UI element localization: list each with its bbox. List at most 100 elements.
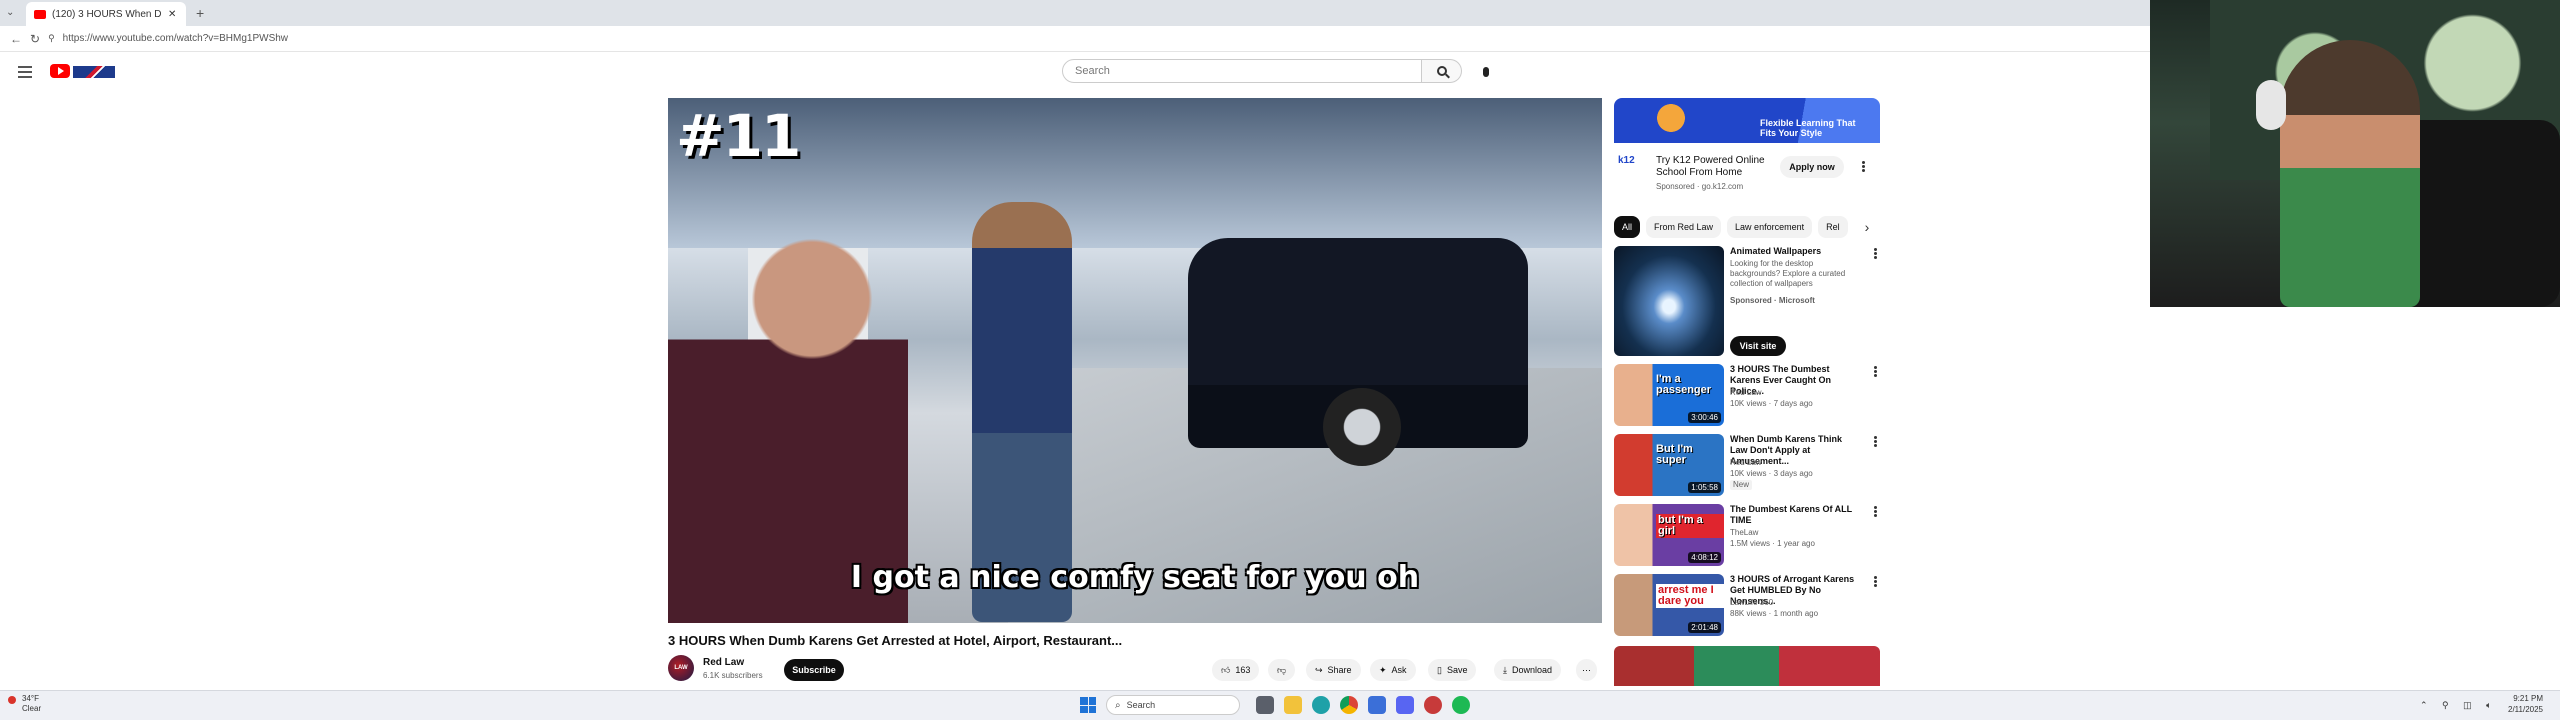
thumbnail-text: arrest me I dare you — [1656, 584, 1724, 608]
video-thumbnail[interactable]: but I'm a girl 4:08:12 — [1614, 504, 1724, 566]
video-thumbnail[interactable]: I'm a passenger 3:00:46 — [1614, 364, 1724, 426]
site-info-icon[interactable]: ⚲ — [48, 33, 55, 44]
list-item[interactable]: I'm a passenger 3:00:46 3 HOURS The Dumb… — [1614, 364, 1880, 428]
thumbnail-text: But I'm super — [1656, 443, 1693, 466]
chevron-right-icon[interactable]: › — [1856, 216, 1878, 238]
reload-icon[interactable]: ↻ — [30, 32, 40, 46]
share-button[interactable]: ↪ Share — [1306, 659, 1361, 681]
spotify-icon[interactable] — [1452, 696, 1470, 714]
weather-widget[interactable]: 34°F Clear — [14, 694, 41, 714]
video-title: 3 HOURS When Dumb Karens Get Arrested at… — [668, 633, 1123, 648]
list-item[interactable]: arrest me I dare you 2:01:48 3 HOURS of … — [1614, 574, 1880, 638]
more-horizontal-icon: ⋯ — [1582, 664, 1591, 675]
new-badge: New — [1730, 480, 1753, 490]
search-icon — [1436, 66, 1447, 76]
download-button[interactable]: ⤓ Download — [1494, 659, 1562, 681]
view-count: 10K views · 3 days ago — [1730, 469, 1813, 478]
thumbs-up-icon: 👍︎ — [1221, 664, 1231, 675]
video-thumbnail[interactable] — [1614, 246, 1724, 356]
ask-button[interactable]: ✦ Ask — [1370, 659, 1416, 681]
share-label: Share — [1327, 665, 1352, 675]
taskbar — [0, 690, 2560, 720]
back-arrow-icon[interactable]: ← — [10, 32, 22, 46]
new-tab-icon[interactable]: + — [196, 5, 204, 21]
ad-banner-text: Flexible Learning That Fits Your Style — [1760, 118, 1856, 138]
more-options-icon[interactable] — [1874, 510, 1877, 513]
browser-tab-strip — [0, 0, 2150, 26]
taskbar-search[interactable]: ⌕ Search — [1106, 695, 1240, 715]
ad-mascot-image — [1652, 102, 1690, 142]
video-duration: 4:08:12 — [1688, 552, 1721, 563]
voice-search-button[interactable] — [1474, 60, 1498, 84]
address-bar: ← ↻ ⚲ https://www.youtube.com/watch?v=BH… — [0, 26, 2150, 52]
more-options-icon[interactable] — [1874, 580, 1877, 583]
view-count: 10K views · 7 days ago — [1730, 399, 1813, 408]
store-icon[interactable] — [1368, 696, 1386, 714]
youtube-logo-icon[interactable] — [50, 64, 70, 78]
video-thumbnail[interactable]: But I'm super 1:05:58 — [1614, 434, 1724, 496]
chrome-browser-icon[interactable] — [1340, 696, 1358, 714]
browser-tab[interactable]: (120) 3 HOURS When Dumb K ✕ — [26, 2, 186, 26]
url-field[interactable]: https://www.youtube.com/watch?v=BHMg1PWS… — [63, 33, 288, 44]
list-item[interactable]: but I'm a girl 4:08:12 The Dumbest Karen… — [1614, 504, 1880, 568]
apply-now-button[interactable]: Apply now — [1780, 156, 1844, 178]
like-button[interactable]: 👍︎ 163 — [1212, 659, 1260, 681]
view-count: 88K views · 1 month ago — [1730, 609, 1819, 618]
clock-time: 9:21 PM — [2513, 694, 2543, 703]
chip-all[interactable]: All — [1614, 216, 1641, 238]
list-item[interactable]: But I'm super 1:05:58 When Dumb Karens T… — [1614, 434, 1880, 498]
video-player[interactable]: #11 I got a nice comfy seat for you oh — [668, 98, 1602, 623]
recommendation-title[interactable]: The Dumbest Karens Of ALL TIME — [1730, 504, 1860, 526]
partial-thumbnail[interactable] — [1614, 646, 1880, 686]
like-count: 163 — [1235, 665, 1251, 675]
recommendation-title[interactable]: Animated Wallpapers — [1730, 246, 1860, 257]
ad-more-icon[interactable] — [1862, 165, 1865, 168]
channel-name[interactable]: Red Law — [1730, 388, 1860, 398]
clock-date: 2/11/2025 — [2508, 705, 2543, 714]
country-flag-icon — [73, 66, 115, 78]
channel-name[interactable]: TheLaw — [1730, 528, 1860, 538]
task-view-icon[interactable] — [1256, 696, 1274, 714]
search-input[interactable]: Search — [1062, 59, 1422, 83]
thumbnail-text: I'm a passenger — [1656, 373, 1712, 396]
file-explorer-icon[interactable] — [1284, 696, 1302, 714]
channel-avatar[interactable]: LAW — [668, 655, 694, 681]
youtube-favicon-icon — [34, 9, 46, 19]
chip-related[interactable]: Rel — [1818, 216, 1848, 238]
channel-name[interactable]: LawLife 360 — [1730, 598, 1860, 608]
channel-name[interactable]: Red Law — [703, 657, 744, 668]
view-count: 1.5M views · 1 year ago — [1730, 539, 1815, 548]
more-actions-button[interactable]: ⋯ — [1576, 659, 1597, 681]
more-options-icon[interactable] — [1874, 440, 1877, 443]
close-tab-icon[interactable]: ✕ — [168, 9, 176, 20]
channel-name[interactable]: Red Law — [1730, 458, 1860, 468]
search-button[interactable] — [1422, 59, 1462, 83]
ask-label: Ask — [1391, 665, 1407, 675]
system-tray-icons[interactable]: ⌃ ⚲ ◫ 🔈︎ — [2420, 700, 2498, 711]
dislike-button[interactable]: 👎︎ — [1268, 659, 1296, 681]
video-thumbnail[interactable]: arrest me I dare you 2:01:48 — [1614, 574, 1724, 636]
visit-site-button[interactable]: Visit site — [1730, 336, 1786, 356]
edge-browser-icon[interactable] — [1312, 696, 1330, 714]
recommendation-description: Looking for the desktop backgrounds? Exp… — [1730, 259, 1846, 288]
microphone-icon — [1483, 67, 1489, 77]
episode-number-overlay: #11 — [676, 102, 801, 170]
webcam-person — [2280, 40, 2420, 307]
hamburger-menu-icon[interactable] — [18, 66, 32, 78]
app-icon[interactable] — [1424, 696, 1442, 714]
video-frame-officer — [972, 202, 1072, 622]
webcam-overlay — [2150, 0, 2560, 307]
chip-from-red-law[interactable]: From Red Law — [1646, 216, 1722, 238]
chip-law-enforcement[interactable]: Law enforcement — [1727, 216, 1813, 238]
weather-desc: Clear — [22, 704, 42, 713]
windows-start-icon[interactable] — [1080, 697, 1096, 713]
taskbar-clock[interactable]: 9:21 PM 2/11/2025 — [2508, 693, 2543, 715]
more-options-icon[interactable] — [1874, 370, 1877, 373]
tab-list-chevron-icon[interactable]: ⌄ — [6, 7, 14, 18]
save-button[interactable]: ▯ Save — [1428, 659, 1477, 681]
ad-title[interactable]: Try K12 Powered Online School From Home — [1656, 155, 1776, 179]
save-label: Save — [1446, 665, 1468, 675]
more-options-icon[interactable] — [1874, 252, 1877, 255]
discord-icon[interactable] — [1396, 696, 1414, 714]
subscribe-button[interactable]: Subscribe — [784, 659, 844, 681]
